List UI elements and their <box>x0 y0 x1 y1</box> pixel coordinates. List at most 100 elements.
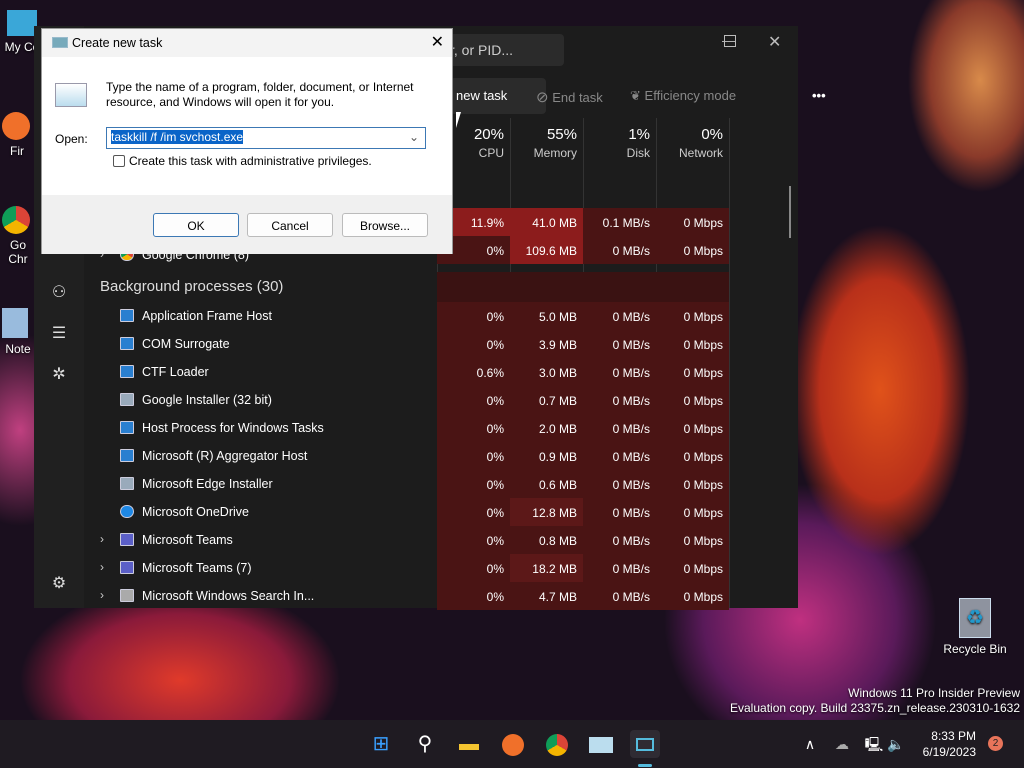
date: 6/19/2023 <box>922 745 976 759</box>
active-indicator <box>638 764 652 767</box>
cell-mem: 2.0 MB <box>510 414 583 442</box>
cell-disk: 0 MB/s <box>583 582 656 610</box>
cell-net: 0 Mbps <box>656 330 729 358</box>
more-button[interactable]: ••• <box>804 78 834 114</box>
computer-icon <box>7 10 37 36</box>
start-button[interactable]: ⊞ <box>367 730 395 758</box>
cell-disk: 0.1 MB/s <box>583 208 656 236</box>
process-row[interactable]: COM Surrogate 0% 3.9 MB 0 MB/s 0 Mbps <box>34 330 798 358</box>
process-name: Microsoft Edge Installer <box>142 477 273 491</box>
dialog-title-bar: Create new task ✕ <box>42 29 452 57</box>
cell-net: 0 Mbps <box>656 470 729 498</box>
end-task-icon: ⊘ <box>536 89 549 106</box>
taskbar: ⊞ ⚲ ▬ ∧ ☁ 🖳 🔈 8:33 PM 6/19/2023 2 <box>0 720 1024 768</box>
file-explorer-icon[interactable]: ▬ <box>455 730 483 758</box>
chrome-icon[interactable] <box>543 730 571 758</box>
cell-disk: 0 MB/s <box>583 302 656 330</box>
expand-chevron-icon[interactable]: › <box>100 588 104 602</box>
cell-mem: 5.0 MB <box>510 302 583 330</box>
admin-checkbox-label: Create this task with administrative pri… <box>129 154 372 168</box>
cell-mem: 0.7 MB <box>510 386 583 414</box>
ok-button[interactable]: OK <box>153 213 239 237</box>
cell-net: 0 Mbps <box>656 582 729 610</box>
process-name: Host Process for Windows Tasks <box>142 421 324 435</box>
firefox-icon[interactable] <box>499 730 527 758</box>
cell-mem: 12.8 MB <box>510 498 583 526</box>
column-header-network[interactable]: 0% Network <box>656 126 729 160</box>
process-name: Google Installer (32 bit) <box>142 393 272 407</box>
maximize-button[interactable] <box>724 35 736 47</box>
process-name: Microsoft Teams <box>142 533 233 547</box>
cell-cpu: 0% <box>437 330 510 358</box>
open-combobox[interactable]: taskkill /f /im svchost.exe ⌄ <box>106 127 426 149</box>
cell-cpu: 0% <box>437 442 510 470</box>
cell-disk: 0 MB/s <box>583 554 656 582</box>
group-header[interactable]: Background processes (30) <box>100 278 283 295</box>
cell-disk: 0 MB/s <box>583 236 656 264</box>
browse-button[interactable]: Browse... <box>342 213 428 237</box>
efficiency-mode-button[interactable]: ❦ Efficiency mode <box>622 78 744 114</box>
process-row[interactable]: Google Installer (32 bit) 0% 0.7 MB 0 MB/s 0… <box>34 386 798 414</box>
onedrive-offline-icon[interactable]: ☁ <box>828 730 856 758</box>
installer-icon <box>120 393 134 406</box>
users-icon[interactable]: ⚇ <box>48 282 70 304</box>
open-input[interactable]: taskkill /f /im svchost.exe <box>111 130 244 144</box>
watermark-line1: Windows 11 Pro Insider Preview <box>848 686 1020 700</box>
desktop-icon-firefox[interactable]: Fir <box>2 112 32 158</box>
column-header-memory[interactable]: 55% Memory <box>510 126 583 160</box>
cell-disk: 0 MB/s <box>583 330 656 358</box>
close-button[interactable]: ✕ <box>768 32 781 52</box>
search-indexer-icon <box>120 589 134 602</box>
cell-net: 0 Mbps <box>656 414 729 442</box>
end-task-button[interactable]: ⊘ End task <box>528 78 611 114</box>
expand-chevron-icon[interactable]: › <box>100 532 104 546</box>
process-name: Microsoft OneDrive <box>142 505 249 519</box>
process-row[interactable]: Host Process for Windows Tasks 0% 2.0 MB 0 … <box>34 414 798 442</box>
show-hidden-icons-button[interactable]: ∧ <box>796 730 824 758</box>
process-row[interactable]: Microsoft Edge Installer 0% 0.6 MB 0 MB/s 0 … <box>34 470 798 498</box>
cell-mem: 18.2 MB <box>510 554 583 582</box>
chevron-down-icon[interactable]: ⌄ <box>409 130 419 144</box>
process-name: CTF Loader <box>142 365 209 379</box>
notepad-icon <box>2 308 28 338</box>
notification-badge[interactable]: 2 <box>988 736 1003 751</box>
cell-disk: 0 MB/s <box>583 414 656 442</box>
admin-checkbox[interactable] <box>113 155 125 167</box>
cell-net: 0 Mbps <box>656 442 729 470</box>
mouse-cursor-icon <box>456 112 461 128</box>
cell-disk: 0 MB/s <box>583 386 656 414</box>
column-header-disk[interactable]: 1% Disk <box>583 126 656 160</box>
window-icon <box>120 421 134 434</box>
desktop-icon-recycle-bin[interactable]: ♻ Recycle Bin <box>940 598 1010 656</box>
installer-icon <box>120 477 134 490</box>
process-row[interactable]: Microsoft (R) Aggregator Host 0% 0.9 MB 0 M… <box>34 442 798 470</box>
cancel-button[interactable]: Cancel <box>247 213 333 237</box>
process-row[interactable]: Microsoft OneDrive 0% 12.8 MB 0 MB/s 0 Mbps <box>34 498 798 526</box>
cell-cpu: 0% <box>437 582 510 610</box>
task-manager-graph-icon <box>55 83 87 107</box>
process-row[interactable]: › Microsoft Teams 0% 0.8 MB 0 MB/s 0 Mbps <box>34 526 798 554</box>
clock[interactable]: 8:33 PM 6/19/2023 <box>916 728 976 760</box>
search-icon[interactable]: ⚲ <box>411 730 439 758</box>
dialog-close-button[interactable]: ✕ <box>431 32 444 52</box>
search-box[interactable]: r, or PID... <box>444 34 564 66</box>
volume-icon[interactable]: 🔈 <box>882 730 910 758</box>
task-manager-taskbar-icon[interactable] <box>587 730 615 758</box>
process-name: Application Frame Host <box>142 309 272 323</box>
desktop-icon-notepad[interactable]: Note <box>2 308 34 356</box>
recycle-bin-icon: ♻ <box>959 598 991 638</box>
cell-net: 0 Mbps <box>656 208 729 236</box>
run-dialog-taskbar-icon[interactable] <box>630 730 660 758</box>
process-row[interactable]: CTF Loader 0.6% 3.0 MB 0 MB/s 0 Mbps <box>34 358 798 386</box>
process-row[interactable]: Application Frame Host 0% 5.0 MB 0 MB/s 0 Mb… <box>34 302 798 330</box>
process-row[interactable]: › Microsoft Teams (7) 0% 18.2 MB 0 MB/s 0 Mbp… <box>34 554 798 582</box>
expand-chevron-icon[interactable]: › <box>100 560 104 574</box>
desktop-icon-chrome[interactable]: Go Chr <box>2 206 34 266</box>
cell-mem: 4.7 MB <box>510 582 583 610</box>
process-row[interactable]: › Microsoft Windows Search In... 0% 4.7 MB 0… <box>34 582 798 610</box>
cell-mem: 3.0 MB <box>510 358 583 386</box>
cell-cpu: 0% <box>437 414 510 442</box>
open-label: Open: <box>55 132 88 146</box>
cell-mem: 0.6 MB <box>510 470 583 498</box>
teams-icon <box>120 533 134 546</box>
